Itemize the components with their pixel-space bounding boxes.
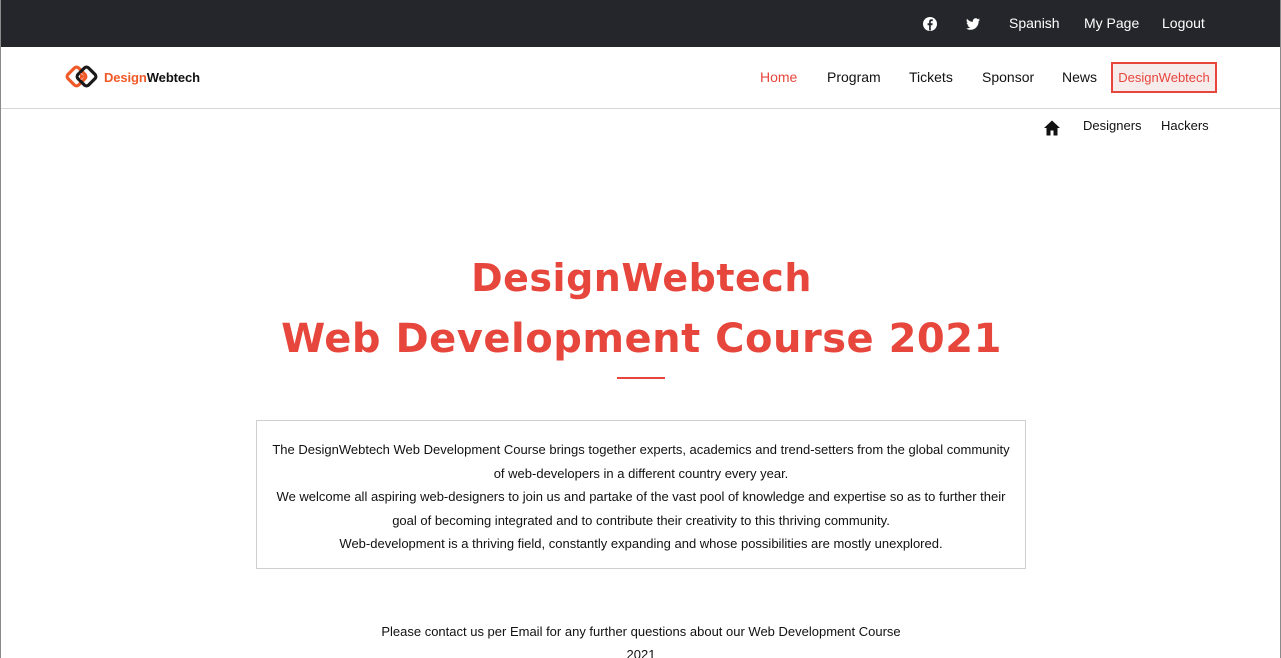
nav-tickets[interactable]: Tickets xyxy=(909,47,953,109)
nav-program[interactable]: Program xyxy=(827,47,881,109)
browser-viewport: Spanish My Page Logout DesignWebtech Hom… xyxy=(0,0,1281,658)
nav-sponsor[interactable]: Sponsor xyxy=(982,47,1034,109)
nav-designwebtech[interactable]: DesignWebtech xyxy=(1111,62,1217,93)
facebook-icon[interactable] xyxy=(922,16,938,32)
logo-text: DesignWebtech xyxy=(104,70,200,85)
site-logo[interactable]: DesignWebtech xyxy=(64,63,200,91)
subnav-hackers[interactable]: Hackers xyxy=(1161,118,1209,133)
nav-news[interactable]: News xyxy=(1062,47,1097,109)
main-navigation: DesignWebtech Home Program Tickets Spons… xyxy=(1,47,1280,109)
home-icon[interactable] xyxy=(1043,119,1061,137)
my-page-link[interactable]: My Page xyxy=(1084,0,1139,47)
hero-title-line1: DesignWebtech xyxy=(471,256,812,300)
intro-paragraph-2: We welcome all aspiring web-designers to… xyxy=(276,489,1006,528)
chain-link-logo-icon xyxy=(65,65,98,88)
contact-text: Please contact us per Email for any furt… xyxy=(381,624,901,658)
intro-box: The DesignWebtech Web Development Course… xyxy=(256,420,1026,569)
top-bar: Spanish My Page Logout xyxy=(1,0,1280,47)
intro-paragraph-3: Web-development is a thriving field, con… xyxy=(339,536,943,551)
subnav-designers[interactable]: Designers xyxy=(1083,118,1142,133)
hero-title-line2: Web Development Course 2021 xyxy=(281,316,1002,362)
title-divider xyxy=(617,377,665,379)
intro-paragraph-1: The DesignWebtech Web Development Course… xyxy=(272,442,1010,481)
logout-link[interactable]: Logout xyxy=(1162,0,1205,47)
language-link[interactable]: Spanish xyxy=(1009,0,1060,47)
nav-home[interactable]: Home xyxy=(760,47,797,109)
logo-text-design: Design xyxy=(104,69,147,85)
twitter-icon[interactable] xyxy=(965,16,981,32)
logo-text-webtech: Webtech xyxy=(146,69,200,85)
